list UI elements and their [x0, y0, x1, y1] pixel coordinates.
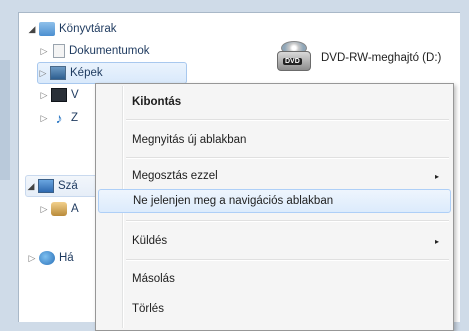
window-frame-top: [0, 0, 469, 12]
collapsed-arrow-icon[interactable]: ▷: [39, 204, 49, 215]
dvd-drive-icon: DVD: [275, 41, 313, 75]
submenu-arrow-icon: ▸: [434, 171, 439, 181]
tree-item-label: V: [71, 89, 79, 101]
submenu-arrow-icon: ▸: [434, 236, 439, 246]
videos-icon: [51, 88, 67, 102]
expanded-arrow-icon[interactable]: ◢: [26, 181, 36, 192]
menu-item-delete[interactable]: Törlés: [98, 297, 451, 321]
music-icon: ♪: [55, 110, 63, 126]
tree-item-music[interactable]: ▷ ♪ Z: [39, 107, 79, 129]
computer-icon: [38, 179, 54, 193]
menu-separator: [126, 157, 449, 159]
tree-item-user[interactable]: ▷ A: [39, 198, 79, 220]
menu-item-expand[interactable]: Kibontás: [98, 90, 451, 114]
collapsed-arrow-icon[interactable]: ▷: [39, 46, 49, 57]
collapsed-arrow-icon[interactable]: ▷: [39, 113, 49, 124]
menu-separator: [126, 119, 449, 121]
menu-item-label: Másolás: [132, 273, 175, 285]
menu-item-open-new-window[interactable]: Megnyitás új ablakban: [98, 128, 451, 152]
dvd-drive-item[interactable]: DVD DVD-RW-meghajtó (D:): [275, 41, 441, 75]
menu-separator: [126, 259, 449, 261]
tree-item-libraries[interactable]: ◢ Könyvtárak: [27, 18, 117, 40]
drive-label: DVD-RW-meghajtó (D:): [321, 52, 442, 64]
window-frame-right: [459, 0, 469, 331]
tree-item-label: Könyvtárak: [59, 23, 117, 35]
menu-item-label: Küldés: [132, 235, 168, 247]
tree-item-documents[interactable]: ▷ Dokumentumok: [39, 40, 150, 62]
tree-item-label: A: [71, 203, 79, 215]
menu-item-label: Megosztás ezzel: [132, 170, 218, 182]
collapsed-arrow-icon[interactable]: ▷: [38, 68, 48, 79]
drive-badge: DVD: [283, 58, 302, 65]
tree-item-videos[interactable]: ▷ V: [39, 84, 79, 106]
collapsed-arrow-icon[interactable]: ▷: [27, 253, 37, 264]
user-icon: [51, 202, 67, 216]
expanded-arrow-icon[interactable]: ◢: [27, 24, 37, 35]
menu-separator: [126, 220, 449, 222]
context-menu: Kibontás Megnyitás új ablakban Megosztás…: [95, 83, 454, 331]
collapsed-arrow-icon[interactable]: ▷: [39, 90, 49, 101]
menu-item-label: Megnyitás új ablakban: [132, 134, 247, 146]
tree-item-pictures[interactable]: ▷ Képek: [37, 62, 187, 84]
menu-item-label: Kibontás: [132, 96, 182, 108]
library-icon: [39, 22, 55, 36]
tree-item-label: Z: [71, 112, 79, 124]
menu-item-copy[interactable]: Másolás: [98, 267, 451, 291]
menu-item-hide-from-navigation[interactable]: Ne jelenjen meg a navigációs ablakban: [98, 189, 451, 213]
side-accent: [0, 60, 10, 180]
menu-item-label: Törlés: [132, 303, 164, 315]
tree-item-label: Szá: [58, 180, 78, 192]
tree-item-network[interactable]: ▷ Há: [27, 247, 74, 269]
tree-item-label: Dokumentumok: [69, 45, 150, 57]
menu-item-share-with[interactable]: Megosztás ezzel ▸: [98, 164, 451, 188]
tree-item-label: Há: [59, 252, 74, 264]
network-icon: [39, 251, 55, 265]
menu-item-label: Ne jelenjen meg a navigációs ablakban: [133, 195, 334, 207]
menu-item-send-to[interactable]: Küldés ▸: [98, 229, 451, 253]
pictures-icon: [50, 66, 66, 80]
documents-icon: [53, 44, 65, 58]
tree-item-label: Képek: [70, 67, 103, 79]
